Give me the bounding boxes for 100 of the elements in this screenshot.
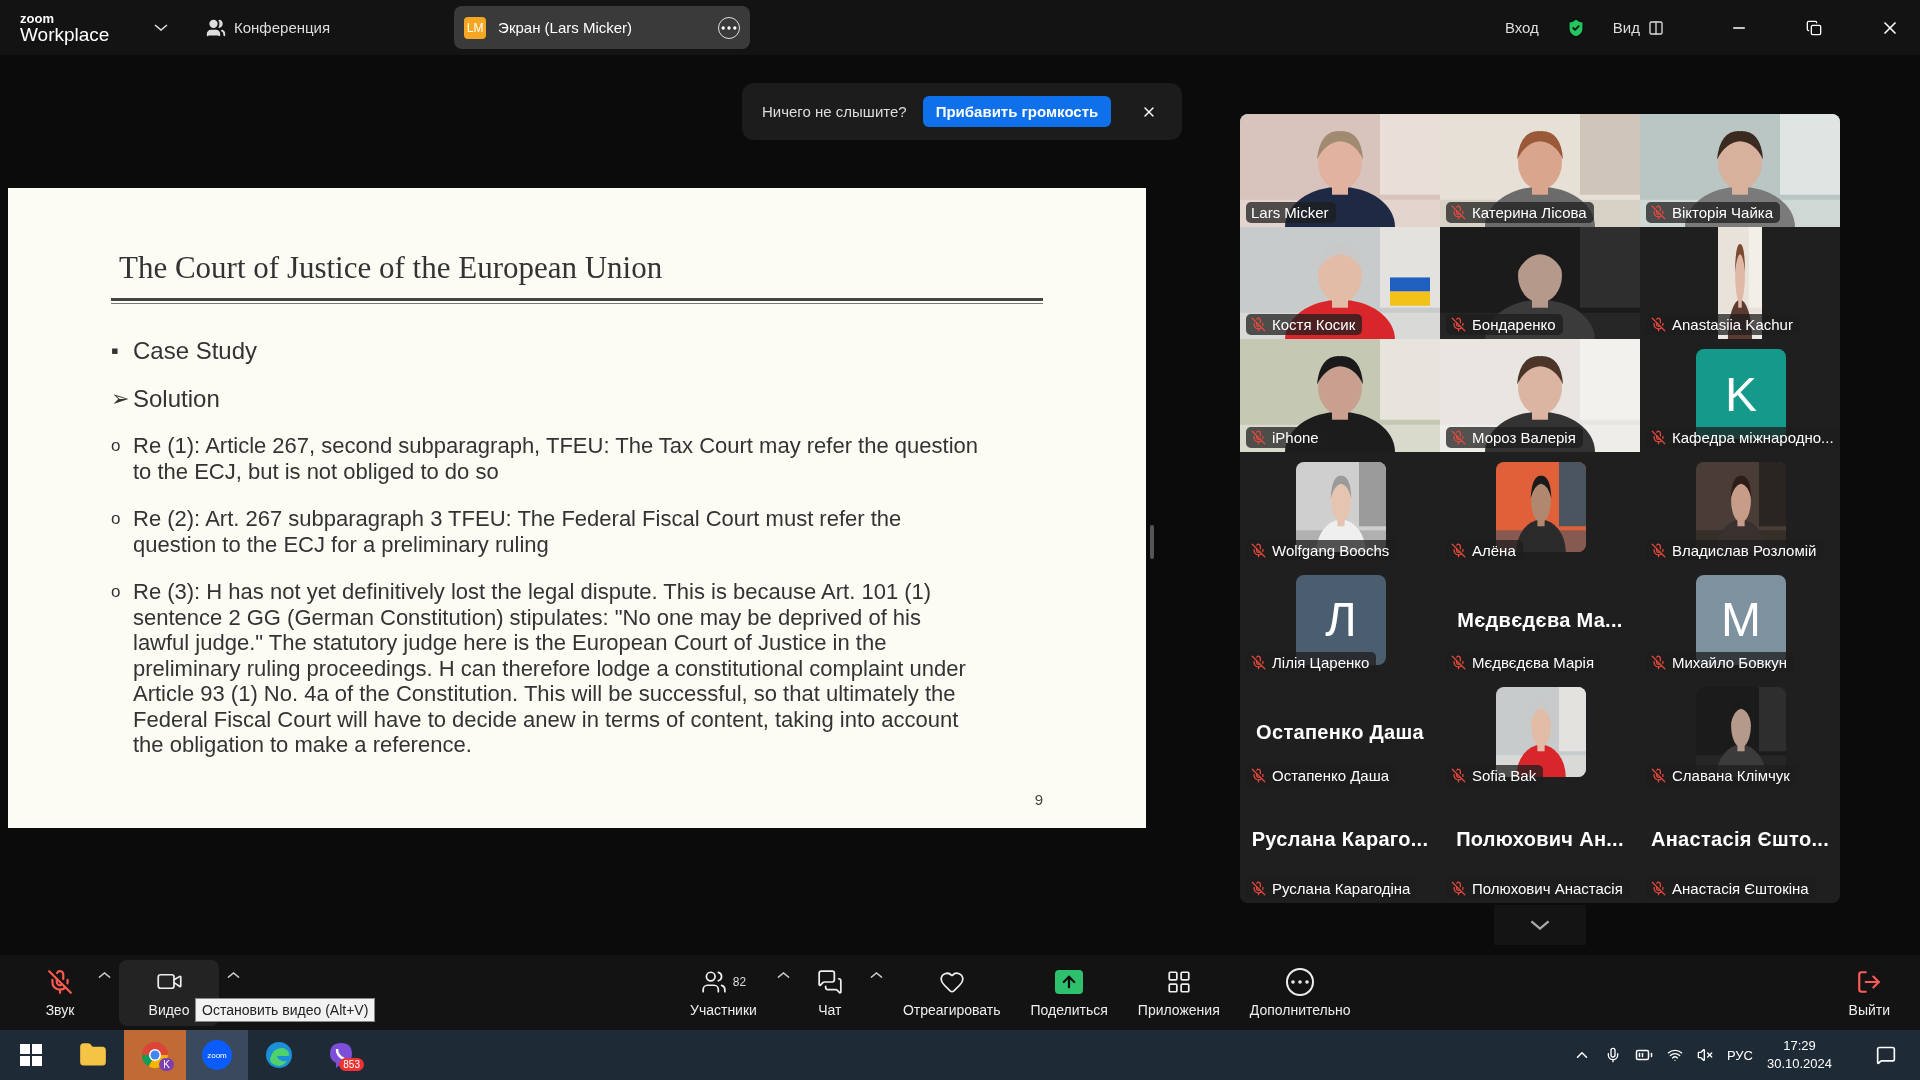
participants-button[interactable]: 82 Участники (680, 959, 767, 1026)
folder-icon (79, 1041, 107, 1069)
slide-text: Solution (133, 385, 220, 411)
chevron-up-icon (227, 971, 240, 978)
chat-button[interactable]: Чат (799, 959, 860, 1026)
grid-view-icon (1648, 19, 1664, 36)
participant-name: Кафедра міжнародно... (1672, 429, 1834, 447)
zoom-app-icon: zoom (202, 1040, 232, 1070)
sign-in-button[interactable]: Вход (1500, 15, 1543, 40)
avatar-letter: K (1725, 366, 1757, 422)
chat-icon (816, 968, 843, 995)
zoom-logo: zoom Workplace (20, 11, 111, 44)
chevron-down-icon (154, 24, 168, 31)
share-icon (1055, 969, 1084, 994)
participant-tile[interactable]: Катерина Лісова (1440, 114, 1640, 227)
browser-icon (141, 1041, 169, 1069)
muted-speaker-icon[interactable] (1696, 1047, 1713, 1063)
volume-button[interactable]: Прибавить громкость (922, 96, 1112, 127)
react-button[interactable]: Отреагировать (892, 959, 1011, 1026)
resize-handle[interactable] (1150, 525, 1154, 559)
bullet-marker: o (111, 435, 122, 457)
share-button[interactable]: Поделиться (1020, 959, 1118, 1026)
mic-button[interactable]: Звук (30, 959, 90, 1026)
participant-name: Wolfgang Boochs (1272, 541, 1390, 559)
slide-text: Re (2): Art. 267 subparagraph 3 TFEU: The Federal Fiscal Court must refer the question to the ECJ for a preliminary ruling (133, 506, 903, 557)
participant-name: Алёна (1472, 541, 1516, 559)
participant-count: 82 (732, 974, 747, 989)
display-name: Мєдвєдєва Ма... (1456, 608, 1624, 632)
participant-name: Михайло Бовкун (1672, 654, 1788, 672)
chevron-up-icon (869, 971, 883, 978)
leave-button[interactable]: Выйти (1838, 959, 1900, 1026)
chevron-down-icon (1530, 920, 1550, 930)
view-button[interactable]: Вид (1608, 15, 1668, 40)
notifications-icon[interactable] (1876, 1045, 1896, 1065)
participant-name: Мороз Валерія (1472, 429, 1576, 447)
participant-name: Руслана Карагодіна (1272, 879, 1411, 897)
participant-tile[interactable]: Мороз Валерія (1440, 339, 1640, 453)
options-button[interactable] (869, 971, 883, 978)
language-indicator[interactable]: РУС (1726, 1047, 1753, 1063)
participants-icon (700, 968, 727, 995)
share-label: Экран (Lars Micker) (498, 19, 634, 36)
more-button[interactable]: Дополнительно (1239, 959, 1361, 1026)
participant-name: Бондаренко (1472, 316, 1556, 334)
participant-name: Славана Клімчук (1672, 767, 1790, 785)
participant-name: Костя Косик (1272, 316, 1356, 334)
bullet-marker: ➢ (111, 385, 130, 411)
participant-name: Полюхович Анастасія (1472, 879, 1623, 897)
display-name: Руслана Караго... (1250, 828, 1430, 852)
apps-button[interactable]: Приложения (1127, 959, 1230, 1026)
display-name: Анастасія Єшто... (1650, 828, 1830, 852)
slide-title: The Court of Justice of the European Union (118, 250, 664, 287)
display-name: Остапенко Даша (1255, 721, 1425, 745)
taskbar-app[interactable]: K (124, 1030, 186, 1080)
bullet-marker: ▪ (111, 338, 120, 364)
participant-tile[interactable]: iPhone (1240, 339, 1440, 453)
participant-name: Анастасія Єштокіна (1672, 879, 1809, 897)
participant-name: Anastasiia Kachur (1672, 316, 1793, 334)
participant-name: Мєдвєдєва Марія (1472, 654, 1595, 672)
edge-icon (265, 1041, 293, 1069)
avatar-letter: M (1721, 592, 1761, 648)
slide-text: Case Study (133, 338, 258, 364)
notice-text: Ничего не слышите? (762, 103, 907, 120)
bullet-marker: o (111, 508, 122, 530)
more-icon (1286, 967, 1315, 996)
participant-name: Lars Micker (1251, 203, 1329, 221)
windows-icon (20, 1044, 42, 1066)
screen-share-pill[interactable]: LM Экран (Lars Micker) (454, 6, 751, 49)
chevron-up-icon (776, 971, 790, 978)
options-button[interactable] (227, 971, 240, 978)
participant-tile[interactable]: Костя Косик (1240, 226, 1440, 340)
people-icon (206, 17, 226, 38)
options-button[interactable] (98, 971, 111, 978)
clock[interactable]: 17:29 30.10.2024 (1766, 1037, 1832, 1073)
apps-icon (1165, 968, 1192, 995)
participant-name: Владислав Розломій (1672, 541, 1817, 559)
chevron-up-icon (98, 971, 111, 978)
display-name: Полюхович Ан... (1455, 828, 1625, 852)
participant-name: Остапенко Даша (1272, 767, 1390, 785)
participant-tile[interactable]: Lars Micker (1240, 114, 1440, 227)
wifi-icon[interactable] (1666, 1047, 1683, 1063)
bullet-marker: o (111, 581, 122, 603)
participant-name: Катерина Лісова (1472, 203, 1587, 221)
restore-icon[interactable] (1806, 19, 1822, 36)
options-button[interactable] (776, 971, 790, 978)
participant-tile[interactable]: Бондаренко (1440, 226, 1640, 340)
slide-text: Re (3): H has not yet definitively lost the legal dispute. This is because Art. 101 (1) sentence 2 GG (German Constitution) stipulates: "No one may be deprived of his lawful judge." The statutory judge here is the European Court of Justice in the preliminary ruling proceedings. H can therefore lodge a constitutional complaint under Article 93 (1) No. 4a of the Constitution. This will be successful, so that ultimately the Federal Fiscal Court will have to decide anew in terms of content, taking into account the obligation to make a reference. (133, 579, 967, 758)
notification-badge: K (159, 1058, 174, 1071)
avatar-letter: Л (1325, 592, 1357, 648)
slide-text: Re (1): Article 267, second subparagraph, TFEU: The Tax Court may refer the question to the ECJ, but is not obliged to do so (133, 433, 979, 484)
tooltip: Остановить видео (Alt+V) (195, 997, 376, 1022)
leave-icon (1856, 968, 1883, 995)
page-number: 9 (1034, 791, 1043, 808)
participant-name: Sofia Bak (1472, 767, 1537, 785)
taskbar-app[interactable]: zoom (186, 1030, 248, 1080)
initials-avatar: LM (464, 16, 487, 39)
taskbar-app[interactable]: 853 (310, 1030, 372, 1080)
meeting-button[interactable]: Конференция (202, 13, 335, 42)
notification-badge: 853 (339, 1058, 364, 1071)
participant-name: Лілія Царенко (1272, 654, 1370, 672)
participant-name: iPhone (1272, 429, 1319, 447)
